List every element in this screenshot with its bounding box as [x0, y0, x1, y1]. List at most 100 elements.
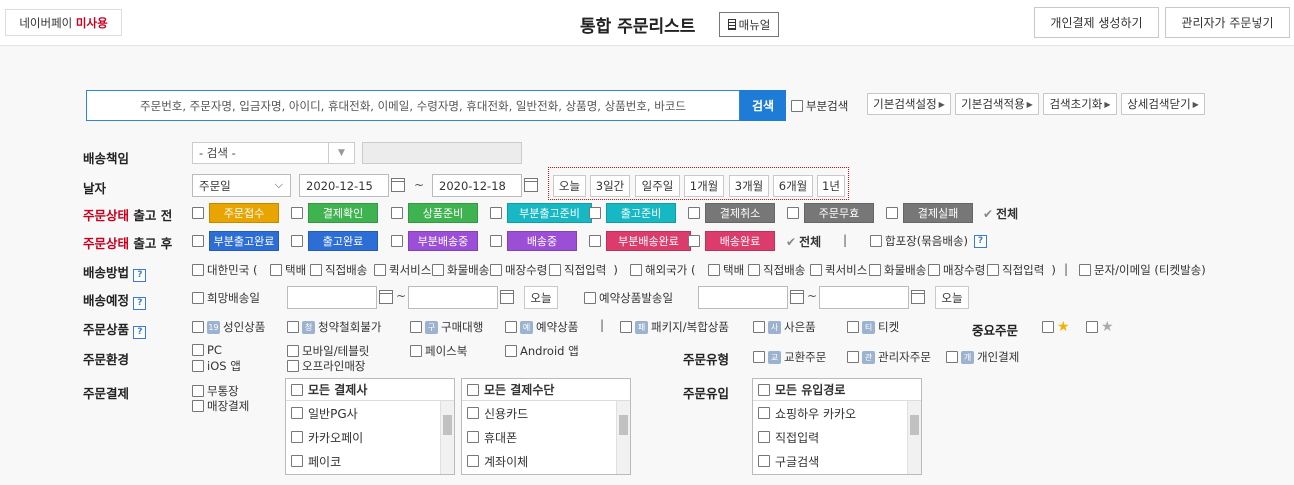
checkbox[interactable] [589, 235, 601, 247]
checkbox[interactable] [291, 235, 303, 247]
checkbox[interactable] [758, 383, 770, 396]
domestic-parcel[interactable]: 택배 [270, 262, 306, 278]
scrollbar[interactable] [440, 401, 454, 474]
domestic-manual[interactable]: 직접입력) [549, 262, 618, 278]
calendar-icon[interactable] [391, 178, 405, 192]
list-item[interactable]: 페이코 [286, 449, 454, 473]
help-icon[interactable]: ? [133, 325, 147, 339]
env-pc[interactable]: PC [192, 343, 222, 357]
status-after-item[interactable]: 배송완료 [688, 231, 775, 251]
quick-date-today[interactable]: 오늘 [553, 175, 586, 197]
goods-reserved[interactable]: 예 예약상품 [505, 319, 578, 335]
overseas-option[interactable]: 해외국가 ( [630, 262, 695, 278]
overseas-manual[interactable]: 직접입력) [987, 262, 1056, 278]
checkbox[interactable] [630, 264, 642, 276]
list-item[interactable]: 카카오페이 [286, 425, 454, 449]
calendar-icon[interactable] [500, 290, 514, 304]
overseas-freight[interactable]: 화물배송 [869, 262, 926, 278]
goods-gift[interactable]: 사 사은품 [753, 319, 816, 335]
reserve-date-end[interactable] [819, 286, 909, 309]
checkbox[interactable] [192, 400, 204, 412]
checkbox[interactable] [192, 385, 204, 397]
env-offline[interactable]: 오프라인매장 [287, 358, 365, 374]
list-item[interactable]: 쇼핑하우 카카오 [753, 401, 921, 425]
status-before-all[interactable]: ✔ 전체 [983, 205, 1018, 222]
help-icon[interactable]: ? [974, 234, 988, 248]
checkbox[interactable] [287, 345, 299, 357]
checkbox[interactable] [291, 455, 303, 467]
list-header[interactable]: 모든 결제사 [286, 379, 454, 401]
status-before-item[interactable]: 부분출고준비 [490, 203, 592, 223]
checkbox[interactable] [467, 455, 479, 467]
checkbox[interactable] [467, 407, 479, 419]
quick-date-1month[interactable]: 1개월 [684, 175, 724, 197]
list-item[interactable]: 휴대폰 [462, 425, 630, 449]
checkbox[interactable] [886, 207, 898, 219]
important-starred-option[interactable]: ★ [1042, 319, 1070, 335]
checkbox[interactable] [310, 264, 322, 276]
checkbox[interactable] [1086, 321, 1098, 333]
preset-basic-setting-button[interactable]: 기본검색설정 ▶ [867, 93, 951, 115]
status-before-item[interactable]: 주문무효 [787, 203, 874, 223]
scrollbar-thumb[interactable] [443, 415, 452, 435]
status-after-item[interactable]: 부분출고완료 [192, 231, 279, 251]
hope-date-today-button[interactable]: 오늘 [524, 286, 558, 309]
checkbox[interactable] [688, 235, 700, 247]
status-after-item[interactable]: 부분배송중 [391, 231, 478, 251]
goods-purchase-agency[interactable]: 구 구매대행 [410, 319, 483, 335]
status-after-item[interactable]: 부분배송완료 [589, 231, 691, 251]
sms-email-option[interactable]: 문자/이메일 (티켓발송) [1079, 262, 1206, 278]
checkbox[interactable] [584, 292, 596, 304]
quick-date-week[interactable]: 일주일 [635, 175, 680, 197]
checkbox[interactable] [192, 321, 204, 333]
date-start-input[interactable]: 2020-12-15 [299, 174, 389, 197]
date-type-select[interactable]: 주문일 ⌵ [192, 174, 291, 197]
scrollbar-thumb[interactable] [910, 415, 919, 435]
payment-company-list[interactable]: 모든 결제사 일반PG사 카카오페이 페이코 [285, 378, 455, 475]
checkbox[interactable] [467, 431, 479, 443]
checkbox[interactable] [753, 321, 765, 333]
list-item[interactable]: 일반PG사 [286, 401, 454, 425]
search-input[interactable]: 주문번호, 주문자명, 입금자명, 아이디, 휴대전화, 이메일, 수령자명, … [86, 90, 740, 121]
close-detail-search-button[interactable]: 상세검색닫기 ▶ [1121, 93, 1205, 115]
env-ios[interactable]: iOS 앱 [192, 358, 241, 374]
reserve-date-option[interactable]: 예약상품발송일 [584, 290, 673, 306]
env-facebook[interactable]: 페이스북 [410, 343, 467, 359]
quick-date-6months[interactable]: 6개월 [773, 175, 813, 197]
checkbox[interactable] [391, 235, 403, 247]
goods-package[interactable]: 패 패키지/복합상품 [620, 319, 729, 335]
reserve-date-start[interactable] [698, 286, 788, 309]
payment-store[interactable]: 매장결제 [192, 398, 249, 414]
overseas-parcel[interactable]: 택배 [708, 262, 744, 278]
manual-button[interactable]: 매뉴얼 [719, 12, 779, 37]
status-after-item[interactable]: 출고완료 [291, 231, 378, 251]
checkbox[interactable] [847, 321, 859, 333]
scrollbar-thumb[interactable] [619, 415, 628, 435]
inflow-list[interactable]: 모든 유입경로 쇼핑하우 카카오 직접입력 구글검색 [752, 378, 922, 475]
type-personal-payment[interactable]: 개 개인결제 [946, 349, 1019, 365]
naverpay-status[interactable]: 네이버페이 미사용 [5, 9, 122, 36]
checkbox[interactable] [490, 235, 502, 247]
goods-ticket[interactable]: 티 티켓 [847, 319, 899, 335]
status-after-all[interactable]: ✔ 전체 [786, 233, 821, 250]
search-button[interactable]: 검색 [740, 90, 786, 121]
quick-date-3days[interactable]: 3일간 [590, 175, 630, 197]
calendar-icon[interactable] [379, 290, 393, 304]
shipping-responsibility-select[interactable]: - 검색 - ▼ [192, 142, 355, 164]
type-exchange[interactable]: 교 교환주문 [753, 349, 826, 365]
status-before-item[interactable]: 결제확인 [291, 203, 378, 223]
domestic-direct[interactable]: 직접배송 [310, 262, 367, 278]
checkbox[interactable] [410, 345, 422, 357]
checkbox[interactable] [287, 321, 299, 333]
checkbox[interactable] [928, 264, 940, 276]
checkbox[interactable] [505, 345, 517, 357]
checkbox[interactable] [374, 264, 386, 276]
domestic-quick[interactable]: 퀵서비스 [374, 262, 431, 278]
checkbox[interactable] [1042, 321, 1054, 333]
important-unstarred-option[interactable]: ★ [1086, 319, 1114, 335]
domestic-option[interactable]: 대한민국 ( [192, 262, 257, 278]
checkbox[interactable] [291, 431, 303, 443]
list-item[interactable]: 구글검색 [753, 449, 921, 473]
checkbox[interactable] [1079, 264, 1091, 276]
checkbox[interactable] [192, 360, 204, 372]
